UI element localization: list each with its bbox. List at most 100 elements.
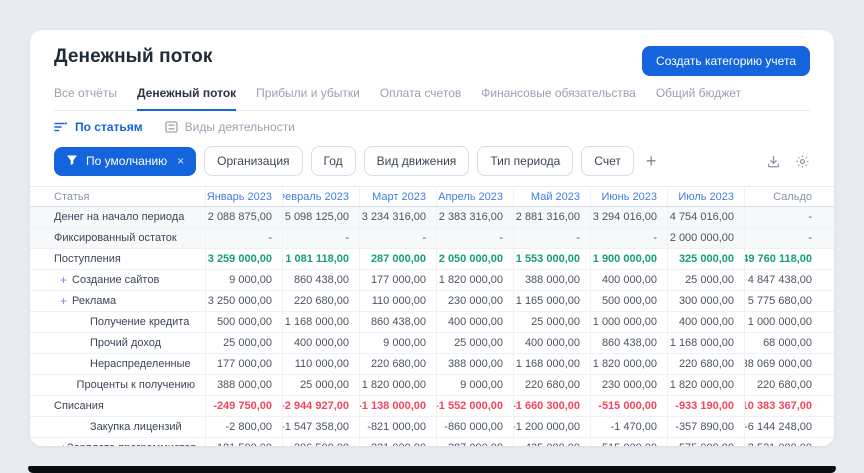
filter-button-1[interactable]: Год	[311, 146, 356, 176]
column-header-month[interactable]: Февраль 2023	[283, 187, 360, 206]
value-cell: 400 000,00	[668, 312, 745, 332]
create-category-button[interactable]: Создать категорию учета	[642, 46, 810, 76]
value-cell: 68 000,00	[745, 333, 834, 353]
row-label: Создание сайтов	[72, 274, 159, 286]
filter-button-4[interactable]: Счет	[581, 146, 634, 176]
value-cell: 1 168 000,00	[514, 354, 591, 374]
value-cell: 400 000,00	[437, 312, 514, 332]
view-option-1[interactable]: Виды деятельности	[165, 120, 295, 134]
value-cell: 287 000,00	[360, 249, 437, 269]
row-label: Фиксированный остаток	[54, 232, 177, 244]
column-header-month[interactable]: Март 2023	[360, 187, 437, 206]
column-header-month[interactable]: Январь 2023	[206, 187, 283, 206]
table-row: Закупка лицензий-2 800,00-1 547 358,00-8…	[30, 417, 834, 438]
value-cell: -387 000,00	[437, 438, 514, 446]
view-switch: По статьям Виды деятельности	[30, 111, 834, 142]
value-cell: -515 000,00	[591, 396, 668, 416]
column-header-month[interactable]: Апрель 2023	[437, 187, 514, 206]
value-cell: -6 144 248,00	[745, 417, 834, 437]
value-cell: -10 383 367,00	[745, 396, 834, 416]
column-header-month[interactable]: Июнь 2023	[591, 187, 668, 206]
value-cell: -	[745, 207, 834, 227]
value-cell: 9 000,00	[206, 270, 283, 290]
table-toolbar	[766, 154, 810, 169]
tab-3[interactable]: Оплата счетов	[380, 86, 461, 110]
column-header-saldo: Сальдо	[745, 187, 834, 206]
tab-0[interactable]: Все отчёты	[54, 86, 117, 110]
view-option-label: По статьям	[75, 120, 143, 134]
value-cell: 230 000,00	[437, 291, 514, 311]
row-label-cell: Списания	[30, 396, 206, 416]
row-label: Прочий доход	[72, 337, 161, 349]
row-label-cell: Поступления	[30, 249, 206, 269]
download-icon[interactable]	[766, 154, 781, 169]
row-label-cell: Нераспределенные	[30, 354, 206, 374]
value-cell: -933 190,00	[668, 396, 745, 416]
value-cell: -	[591, 228, 668, 248]
value-cell: 3 250 000,00	[206, 291, 283, 311]
column-header-month[interactable]: Май 2023	[514, 187, 591, 206]
value-cell: -	[437, 228, 514, 248]
value-cell: 388 000,00	[437, 354, 514, 374]
filter-button-3[interactable]: Тип периода	[477, 146, 573, 176]
expand-plus-icon[interactable]: +	[60, 441, 67, 446]
value-cell: -1 470,00	[591, 417, 668, 437]
value-cell: 25 000,00	[514, 312, 591, 332]
row-label: Закупка лицензий	[72, 421, 182, 433]
tab-5[interactable]: Общий бюджет	[656, 86, 741, 110]
value-cell: 3 294 016,00	[591, 207, 668, 227]
row-label-cell: +Зарплата программистов	[30, 438, 206, 446]
table-row: Поступления3 259 000,001 081 118,00287 0…	[30, 249, 834, 270]
row-label-cell: Фиксированный остаток	[30, 228, 206, 248]
window-bottom-edge	[28, 466, 836, 473]
tab-2[interactable]: Прибыли и убытки	[256, 86, 360, 110]
panel-header: Денежный поток Создать категорию учета В…	[30, 30, 834, 111]
value-cell: 220 680,00	[360, 354, 437, 374]
column-header-article: Статья	[30, 187, 206, 206]
view-option-label: Виды деятельности	[185, 120, 295, 134]
filter-button-0[interactable]: Организация	[204, 146, 302, 176]
row-label-cell: Прочий доход	[30, 333, 206, 353]
active-filter-label: По умолчанию	[86, 154, 167, 168]
value-cell: 1 000 000,00	[745, 312, 834, 332]
value-cell: -	[283, 228, 360, 248]
row-label-cell: Закупка лицензий	[30, 417, 206, 437]
value-cell: -	[745, 228, 834, 248]
expand-plus-icon[interactable]: +	[60, 273, 72, 287]
value-cell: -575 000,00	[668, 438, 745, 446]
value-cell: -435 000,00	[514, 438, 591, 446]
cash-flow-table: СтатьяЯнварь 2023Февраль 2023Март 2023Ап…	[30, 186, 834, 446]
table-row: +Реклама3 250 000,00220 680,00110 000,00…	[30, 291, 834, 312]
value-cell: 9 000,00	[437, 375, 514, 395]
column-header-month[interactable]: Июль 2023	[668, 187, 745, 206]
value-cell: 2 088 875,00	[206, 207, 283, 227]
value-cell: 325 000,00	[668, 249, 745, 269]
value-cell: 1 900 000,00	[591, 249, 668, 269]
value-cell: 1 820 000,00	[591, 354, 668, 374]
value-cell: 110 000,00	[283, 354, 360, 374]
view-option-0[interactable]: По статьям	[54, 120, 143, 134]
value-cell: -515 000,00	[591, 438, 668, 446]
value-cell: 400 000,00	[514, 333, 591, 353]
value-cell: 177 000,00	[206, 354, 283, 374]
filter-button-2[interactable]: Вид движения	[364, 146, 470, 176]
row-label: Денег на начало периода	[54, 211, 184, 223]
remove-filter-icon[interactable]: ×	[177, 154, 184, 168]
row-label: Проценты к получению	[59, 379, 195, 391]
expand-plus-icon[interactable]: +	[60, 294, 72, 308]
value-cell: 110 000,00	[360, 291, 437, 311]
tab-4[interactable]: Финансовые обязательства	[481, 86, 636, 110]
tab-1[interactable]: Денежный поток	[137, 86, 236, 111]
active-filter-chip[interactable]: По умолчанию ×	[54, 147, 196, 176]
value-cell: -	[514, 228, 591, 248]
value-cell: -2 944 927,00	[283, 396, 360, 416]
value-cell: 1 081 118,00	[283, 249, 360, 269]
add-filter-button[interactable]: +	[642, 150, 661, 172]
value-cell: 49 760 118,00	[745, 249, 834, 269]
table-row: Нераспределенные177 000,00110 000,00220 …	[30, 354, 834, 375]
report-tabs: Все отчёты Денежный поток Прибыли и убытки…	[54, 86, 810, 111]
value-cell: 400 000,00	[591, 270, 668, 290]
row-label-cell: +Реклама	[30, 291, 206, 311]
settings-gear-icon[interactable]	[795, 154, 810, 169]
value-cell: 2 383 316,00	[437, 207, 514, 227]
